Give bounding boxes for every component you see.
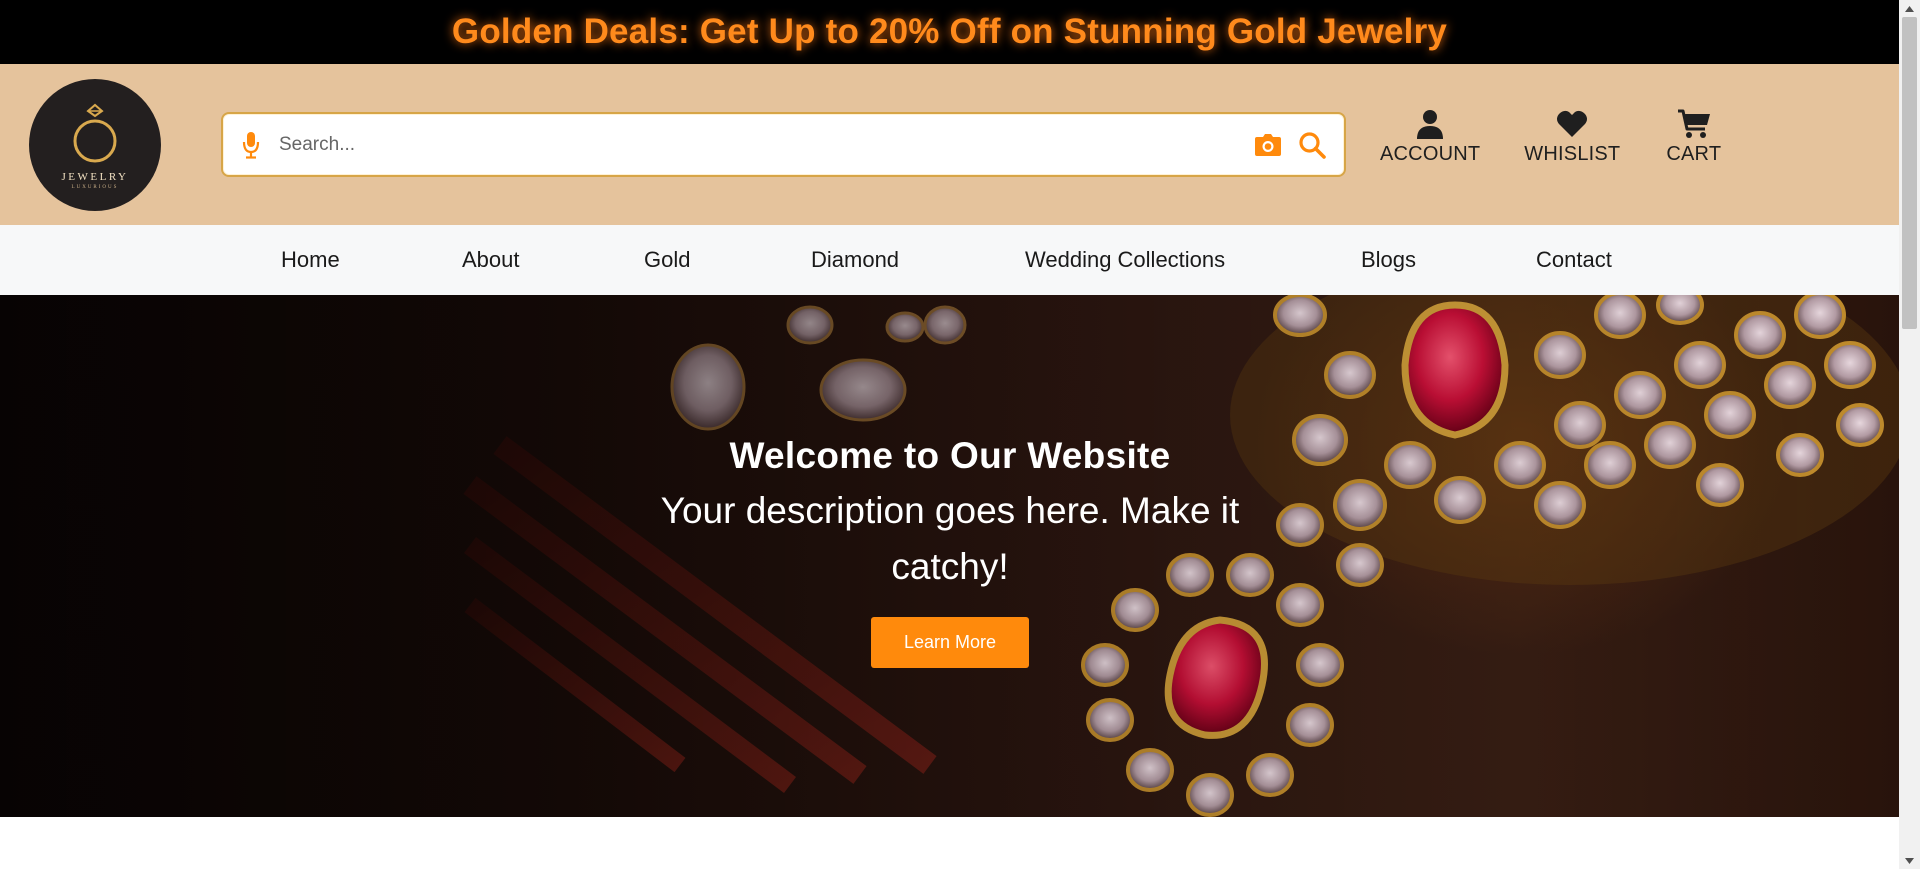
nav-item-gold[interactable]: Gold — [644, 247, 690, 273]
page: Golden Deals: Get Up to 20% Off on Stunn… — [0, 0, 1920, 869]
heart-icon — [1557, 110, 1588, 137]
account-link[interactable]: ACCOUNT — [1380, 109, 1480, 166]
nav-item-about[interactable]: About — [462, 247, 520, 273]
site-logo[interactable]: JEWELRY LUXURIOUS — [29, 79, 161, 211]
cart-icon — [1677, 109, 1710, 138]
scroll-up-arrow-icon[interactable] — [1899, 0, 1920, 17]
search-input[interactable] — [279, 114, 1246, 175]
search-icon[interactable] — [1290, 114, 1334, 175]
wishlist-label: WHISLIST — [1524, 143, 1621, 165]
promo-text: Golden Deals: Get Up to 20% Off on Stunn… — [451, 12, 1448, 51]
page-scrollbar[interactable] — [1899, 0, 1920, 869]
nav-item-diamond[interactable]: Diamond — [811, 247, 899, 273]
hero-content: Welcome to Our Website Your description … — [560, 435, 1340, 668]
ring-icon — [73, 103, 117, 162]
wishlist-link[interactable]: WHISLIST — [1524, 109, 1620, 166]
hero-banner: Welcome to Our Website Your description … — [0, 295, 1899, 817]
main-nav: Home About Gold Diamond Wedding Collecti… — [0, 225, 1899, 295]
nav-item-wedding-collections[interactable]: Wedding Collections — [1025, 247, 1225, 273]
learn-more-button[interactable]: Learn More — [870, 617, 1030, 668]
camera-icon[interactable] — [1246, 114, 1290, 175]
search-bar — [221, 112, 1346, 177]
user-icon — [1417, 110, 1444, 139]
page-content: Golden Deals: Get Up to 20% Off on Stunn… — [0, 0, 1899, 869]
nav-item-home[interactable]: Home — [281, 247, 340, 273]
site-header: JEWELRY LUXURIOUS Search... ACCOUNT WHIS… — [0, 64, 1899, 225]
account-label: ACCOUNT — [1380, 143, 1481, 165]
header-actions: ACCOUNT WHISLIST CART — [1380, 109, 1721, 166]
scrollbar-thumb[interactable] — [1902, 17, 1917, 329]
hero-title: Welcome to Our Website — [729, 435, 1171, 476]
microphone-icon[interactable] — [223, 114, 279, 175]
hero-description: Your description goes here. Make it catc… — [660, 490, 1240, 587]
nav-item-contact[interactable]: Contact — [1536, 247, 1612, 273]
scroll-down-arrow-icon[interactable] — [1899, 852, 1920, 869]
cart-label: CART — [1666, 143, 1722, 165]
nav-item-blogs[interactable]: Blogs — [1361, 247, 1416, 273]
promo-banner: Golden Deals: Get Up to 20% Off on Stunn… — [0, 0, 1899, 64]
cart-link[interactable]: CART — [1666, 109, 1721, 166]
logo-subtitle: LUXURIOUS — [71, 184, 119, 190]
logo-title: JEWELRY — [61, 170, 129, 183]
